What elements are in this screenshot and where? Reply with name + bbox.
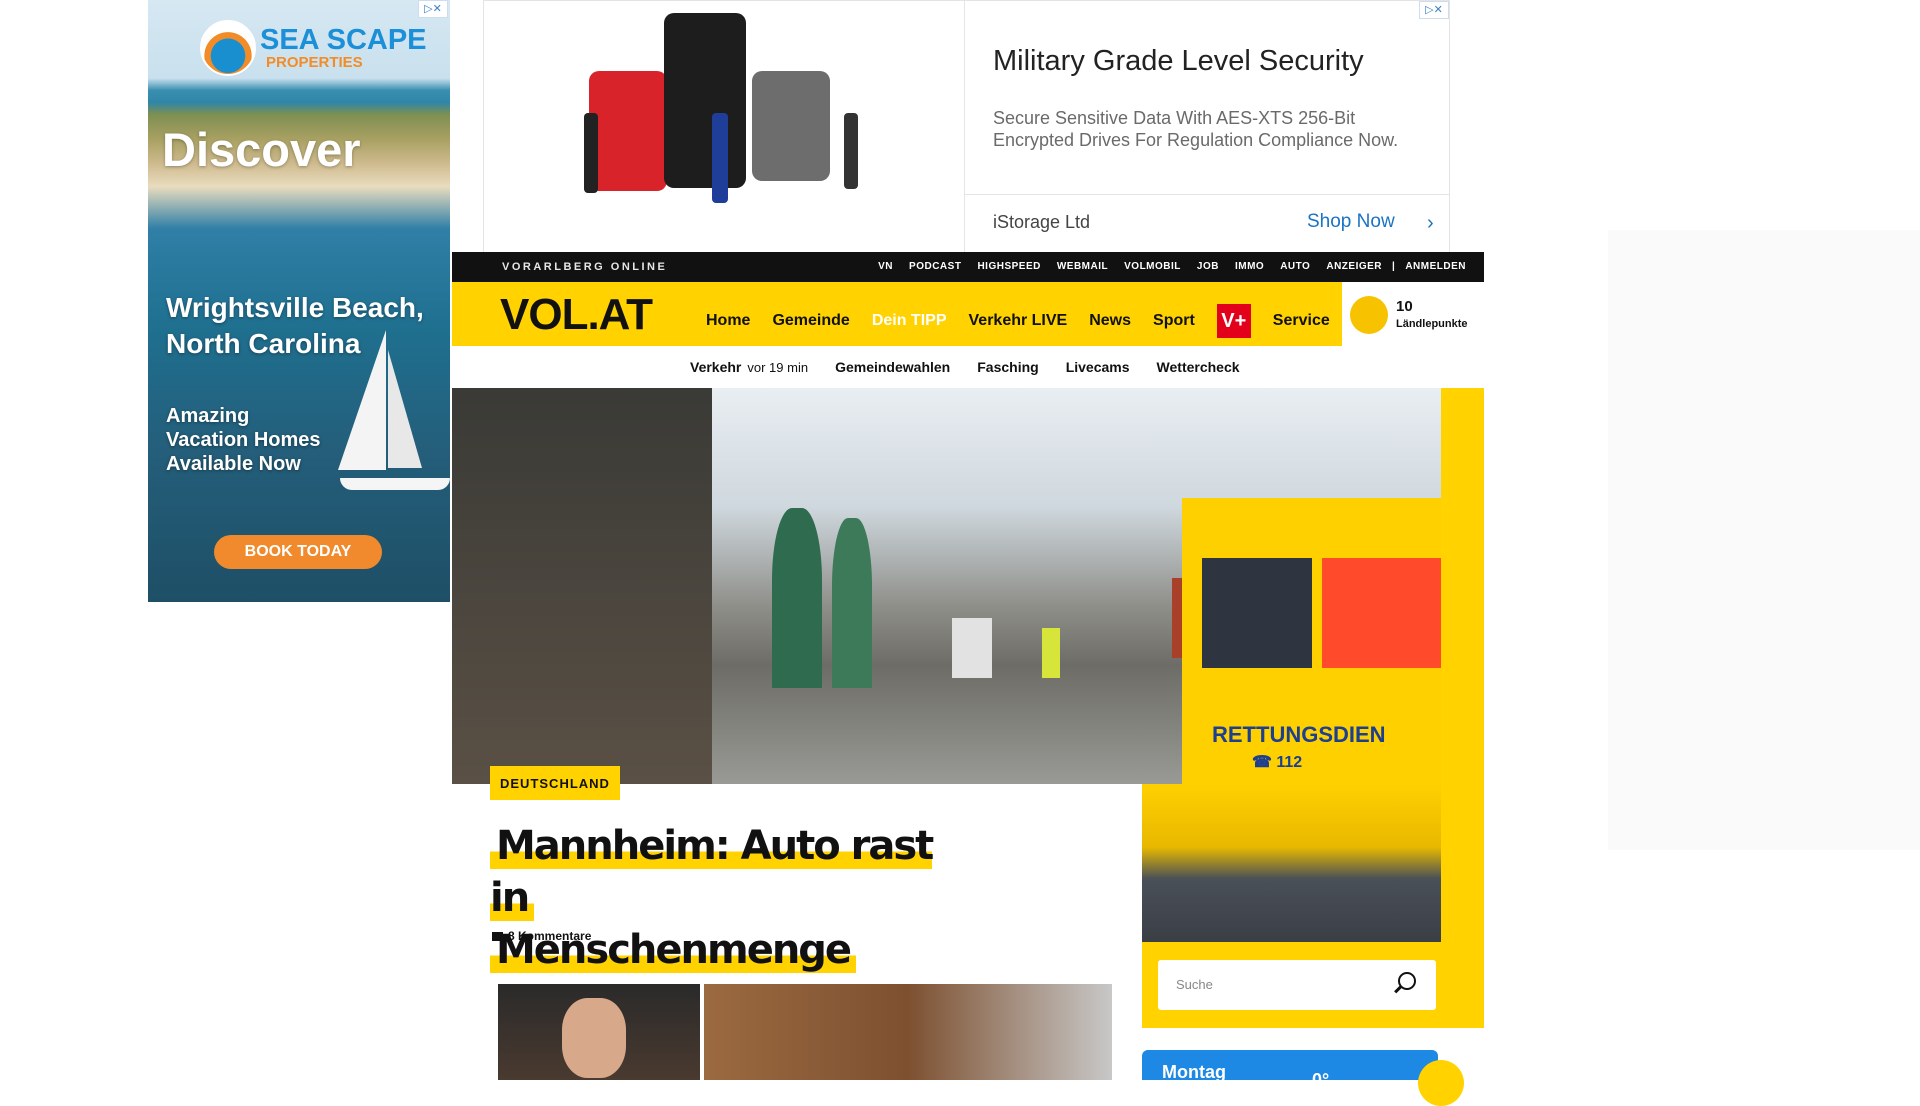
laendlepunkte-widget[interactable]: 10 Ländlepunkte [1342,282,1484,346]
subnav-row: Verkehr vor 19 min Gemeindewahlen Faschi… [690,359,1267,375]
ad-text-panel: ▷✕ Military Grade Level Security Secure … [964,1,1449,253]
ad-top-headline[interactable]: Military Grade Level Security [993,45,1364,78]
ad-place: Wrightsville Beach, North Carolina [166,292,424,359]
ad-divider [965,194,1449,195]
vplus-button[interactable]: V+ [1216,304,1251,338]
chevron-right-icon[interactable]: › [1427,212,1434,235]
person-face [562,998,626,1078]
site-tagline: VORARLBERG ONLINE [502,261,668,273]
ambulance-text: RETTUNGSDIEN [1212,722,1386,747]
sailboat-sail-icon [388,350,422,468]
hero-image[interactable]: RETTUNGSDIEN ☎ 112 [452,388,1441,784]
link-anmelden[interactable]: ANMELDEN [1397,261,1474,272]
nav-gemeinde[interactable]: Gemeinde [772,312,849,330]
comments-count: 8 Kommentare [508,929,592,943]
nav-home[interactable]: Home [706,312,750,330]
subnav-wettercheck[interactable]: Wettercheck [1157,359,1240,375]
weather-widget[interactable]: Montag 0° [1142,1050,1438,1090]
search-icon-handle [1394,985,1402,994]
link-job[interactable]: JOB [1189,261,1227,272]
ad-skyscraper[interactable]: ▷✕ SEA SCAPE PROPERTIES Discover Wrights… [148,0,450,602]
usb-key-icon [584,113,598,193]
ad-subline: Amazing Vacation Homes Available Now [166,405,321,475]
subnav-verkehr-time: vor 19 min [747,360,809,375]
shop-now-button[interactable]: Shop Now [1307,211,1395,233]
usb-key-icon-2 [844,113,858,189]
category-tag[interactable]: DEUTSCHLAND [490,766,620,800]
adchoices-icon[interactable]: ▷✕ [418,0,448,18]
drive-red-icon [589,71,667,191]
nav-verkehr-live[interactable]: Verkehr LIVE [969,312,1068,330]
link-immo[interactable]: IMMO [1227,261,1272,272]
nav-sport[interactable]: Sport [1153,312,1195,330]
ad-brand: SEA SCAPE [260,24,427,56]
ad-product-image[interactable] [484,1,964,253]
sub-navigation: Verkehr vor 19 min Gemeindewahlen Faschi… [452,346,1484,388]
right-ad-placeholder [1608,230,1920,850]
ambulance-phone: ☎ 112 [1252,754,1303,771]
search-placeholder: Suche [1176,977,1213,992]
hero-building-left [452,388,712,784]
link-highspeed[interactable]: HIGHSPEED [969,261,1048,272]
nav-dein-tipp[interactable]: Dein TIPP [872,312,947,330]
subnav-livecams[interactable]: Livecams [1066,359,1130,375]
search-input[interactable]: Suche [1158,960,1436,1010]
nav-service[interactable]: Service [1273,312,1330,330]
link-auto[interactable]: AUTO [1272,261,1318,272]
points-label: Ländlepunkte [1396,318,1468,330]
link-podcast[interactable]: PODCAST [901,261,969,272]
weather-sun-icon [1418,1060,1464,1106]
top-utility-bar: VORARLBERG ONLINE VN PODCAST HIGHSPEED W… [452,252,1484,282]
hero-yellow-strip [1441,388,1484,1028]
police-car-icon [952,618,992,678]
link-volmobil[interactable]: VOLMOBIL [1116,261,1189,272]
ambulance-stripes [1322,558,1441,668]
ambulance-lower [1142,784,1441,942]
subnav-gemeindewahlen[interactable]: Gemeindewahlen [835,359,950,375]
main-navigation: VOL.AT Home Gemeinde Dein TIPP Verkehr L… [452,282,1484,346]
ad-headline: Discover [162,123,361,176]
link-separator: | [1392,261,1396,272]
nav-news[interactable]: News [1089,312,1131,330]
umbrella-icon-2 [832,518,872,688]
link-webmail[interactable]: WEBMAIL [1049,261,1116,272]
headline-line-1: Mannheim: Auto rast in [490,823,934,921]
responder-icon [1042,628,1060,678]
weather-temp: 0° [1312,1070,1330,1090]
seascape-logo-icon [200,20,256,76]
ambulance-icon: RETTUNGSDIEN ☎ 112 [1182,498,1441,784]
ad-brand-sub: PROPERTIES [266,54,363,71]
usb-key-blue-icon [712,113,728,203]
ad-top-description: Secure Sensitive Data With AES-XTS 256-B… [993,108,1399,150]
nav-items: Home Gemeinde Dein TIPP Verkehr LIVE New… [706,304,1352,338]
site-logo[interactable]: VOL.AT [500,290,653,340]
subnav-verkehr[interactable]: Verkehr [690,359,741,375]
hero-image-extension[interactable] [1142,784,1441,942]
umbrella-icon [772,508,822,688]
sailboat-hull-icon [340,478,450,490]
article-thumbnail-portrait[interactable] [498,984,700,1080]
article-thumbnail-building[interactable] [704,984,1112,1080]
ambulance-window [1202,558,1312,668]
mountain-sun-icon [1350,296,1388,334]
drive-grey-icon [752,71,830,181]
subnav-fasching[interactable]: Fasching [977,359,1038,375]
ad-advertiser: iStorage Ltd [993,212,1091,232]
comments-link[interactable]: 8 Kommentare [492,929,591,943]
comment-icon [492,932,503,941]
drive-black-icon [664,13,746,188]
ad-banner[interactable]: ▷✕ Military Grade Level Security Secure … [483,0,1450,254]
adchoices-icon[interactable]: ▷✕ [1419,1,1449,19]
utility-links: VN PODCAST HIGHSPEED WEBMAIL VOLMOBIL JO… [870,261,1474,272]
link-vn[interactable]: VN [870,261,901,272]
points-value: 10 [1396,298,1413,315]
book-today-button[interactable]: BOOK TODAY [214,535,382,569]
link-anzeiger[interactable]: ANZEIGER [1318,261,1390,272]
article-headline[interactable]: Mannheim: Auto rast in Menschenmenge [490,820,960,976]
